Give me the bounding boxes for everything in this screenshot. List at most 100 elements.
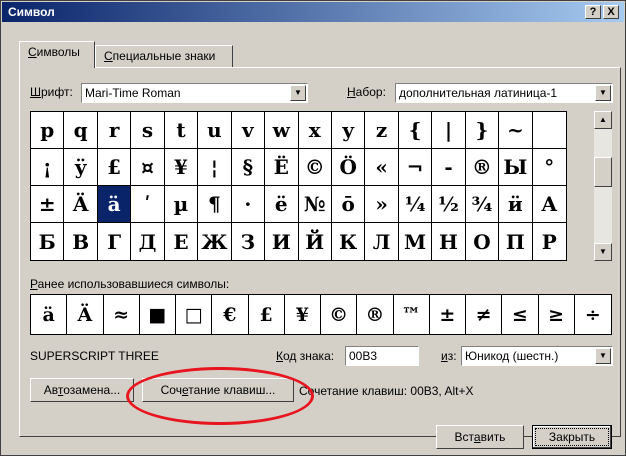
recent-symbol-cell[interactable]: ÷ — [575, 295, 611, 334]
symbol-cell[interactable]: « — [365, 149, 399, 186]
recent-symbol-cell[interactable]: ■ — [140, 295, 176, 334]
symbol-cell[interactable]: ¥ — [164, 149, 199, 186]
symbol-cell[interactable]: ¬ — [398, 149, 433, 186]
recent-symbol-cell[interactable]: ¥ — [285, 295, 321, 334]
symbol-cell[interactable]: · — [231, 186, 266, 223]
symbol-cell[interactable]: u — [198, 112, 232, 149]
symbol-cell[interactable]: q — [64, 112, 98, 149]
symbol-cell[interactable]: s — [131, 112, 165, 149]
symbol-cell[interactable]: Ë — [265, 149, 299, 186]
symbol-cell[interactable]: Н — [432, 223, 466, 260]
symbol-cell[interactable]: Ä — [64, 186, 98, 223]
symbol-cell[interactable]: { — [398, 112, 433, 149]
close-button[interactable]: Закрыть — [532, 425, 612, 449]
symbol-cell[interactable]: ë — [265, 186, 299, 223]
symbol-cell[interactable]: И — [265, 223, 299, 260]
symbol-cell[interactable]: ~ — [499, 112, 533, 149]
recent-symbol-cell[interactable]: ≠ — [466, 295, 503, 334]
recent-symbol-cell[interactable]: © — [321, 295, 358, 334]
symbol-cell[interactable]: М — [399, 223, 433, 260]
recent-symbol-cell[interactable]: ≤ — [502, 295, 539, 334]
symbol-cell[interactable]: Ж — [198, 223, 232, 260]
chevron-down-icon[interactable]: ▼ — [595, 85, 611, 101]
recent-symbol-cell[interactable]: € — [212, 295, 249, 334]
autocorrect-button[interactable]: Автозамена... — [30, 378, 134, 402]
symbol-cell[interactable]: ¾ — [465, 186, 500, 223]
symbol-cell[interactable]: З — [232, 223, 266, 260]
symbol-cell[interactable]: v — [231, 112, 266, 149]
symbol-cell[interactable]: В — [64, 223, 98, 260]
symbol-cell[interactable]: r — [97, 112, 132, 149]
symbol-cell[interactable]: К — [332, 223, 366, 260]
symbol-cell[interactable]: © — [298, 149, 332, 186]
recent-symbol-cell[interactable]: ± — [430, 295, 466, 334]
symbol-cell[interactable]: П — [499, 223, 533, 260]
scroll-up-icon[interactable]: ▲ — [594, 111, 612, 129]
help-button[interactable]: ? — [585, 5, 601, 19]
symbol-cell[interactable]: ¶ — [198, 186, 232, 223]
symbol-cell[interactable]: t — [164, 112, 199, 149]
symbol-cell[interactable]: Р — [533, 223, 566, 260]
symbol-cell[interactable]: µ — [164, 186, 199, 223]
symbol-cell[interactable]: - — [432, 149, 466, 186]
symbol-cell[interactable]: ¼ — [398, 186, 433, 223]
chevron-down-icon[interactable]: ▼ — [290, 85, 306, 101]
tab-symbols[interactable]: Символы — [19, 41, 95, 68]
symbol-cell[interactable]: ¤ — [131, 149, 165, 186]
symbol-cell[interactable]: № — [298, 186, 332, 223]
symbol-cell[interactable]: Й — [299, 223, 332, 260]
symbol-cell[interactable]: ¦ — [198, 149, 232, 186]
symbol-cell[interactable]: О — [466, 223, 500, 260]
symbol-cell[interactable]: ʹ — [131, 186, 165, 223]
symbol-cell[interactable]: } — [465, 112, 500, 149]
chevron-down-icon[interactable]: ▼ — [595, 348, 611, 364]
symbol-cell[interactable] — [532, 112, 566, 149]
symbol-cell[interactable]: » — [365, 186, 399, 223]
symbol-cell[interactable]: ÿ — [64, 149, 98, 186]
symbol-cell[interactable]: А — [532, 186, 566, 223]
symbol-cell[interactable]: y — [331, 112, 366, 149]
symbol-cell[interactable]: w — [265, 112, 299, 149]
symbol-cell[interactable]: Л — [365, 223, 399, 260]
symbol-cell[interactable]: ½ — [432, 186, 466, 223]
recent-symbol-cell[interactable]: ≥ — [539, 295, 575, 334]
tab-special-chars[interactable]: Специальные знаки — [95, 45, 233, 67]
symbol-cell[interactable]: Г — [98, 223, 132, 260]
recent-symbol-cell[interactable]: ® — [357, 295, 394, 334]
recent-symbol-cell[interactable]: ä — [31, 295, 68, 334]
recent-symbol-cell[interactable]: ≈ — [104, 295, 140, 334]
symbol-cell[interactable]: Б — [31, 223, 65, 260]
symbol-cell[interactable]: x — [298, 112, 332, 149]
symbol-cell[interactable]: Ы — [499, 149, 533, 186]
symbol-cell[interactable]: ® — [465, 149, 500, 186]
from-select[interactable]: Юникод (шестн.) ▼ — [461, 346, 613, 366]
symbol-cell[interactable]: Е — [165, 223, 199, 260]
symbol-cell[interactable]: ä — [97, 186, 132, 223]
symbol-cell[interactable]: ō — [331, 186, 366, 223]
font-select[interactable]: Mari-Time Roman ▼ — [81, 83, 308, 103]
symbol-cell[interactable]: ¡ — [31, 149, 65, 186]
font-label: Шрифт: — [30, 85, 73, 99]
grid-scrollbar[interactable]: ▲ ▼ — [594, 111, 612, 261]
symbol-cell[interactable]: ӥ — [499, 186, 533, 223]
symbol-cell[interactable]: ± — [31, 186, 65, 223]
symbol-cell[interactable]: | — [432, 112, 466, 149]
insert-button[interactable]: Вставить — [436, 425, 524, 449]
recent-symbol-cell[interactable]: £ — [249, 295, 285, 334]
symbol-cell[interactable]: p — [31, 112, 65, 149]
symbol-cell[interactable]: ° — [532, 149, 566, 186]
symbol-cell[interactable]: z — [365, 112, 399, 149]
recent-symbol-cell[interactable]: ™ — [394, 295, 430, 334]
symbol-cell[interactable]: Ö — [331, 149, 366, 186]
subset-select[interactable]: дополнительная латиница-1 ▼ — [395, 83, 613, 103]
shortcut-key-button[interactable]: Сочетание клавиш... — [142, 378, 294, 402]
symbol-cell[interactable]: § — [231, 149, 266, 186]
recent-symbol-cell[interactable]: □ — [176, 295, 213, 334]
close-window-button[interactable]: X — [603, 5, 619, 19]
recent-symbol-cell[interactable]: Ä — [67, 295, 104, 334]
scroll-thumb[interactable] — [594, 157, 612, 187]
symbol-cell[interactable]: £ — [97, 149, 132, 186]
code-input[interactable]: 00B3 — [345, 346, 419, 366]
scroll-down-icon[interactable]: ▼ — [594, 243, 612, 261]
symbol-cell[interactable]: Д — [131, 223, 165, 260]
